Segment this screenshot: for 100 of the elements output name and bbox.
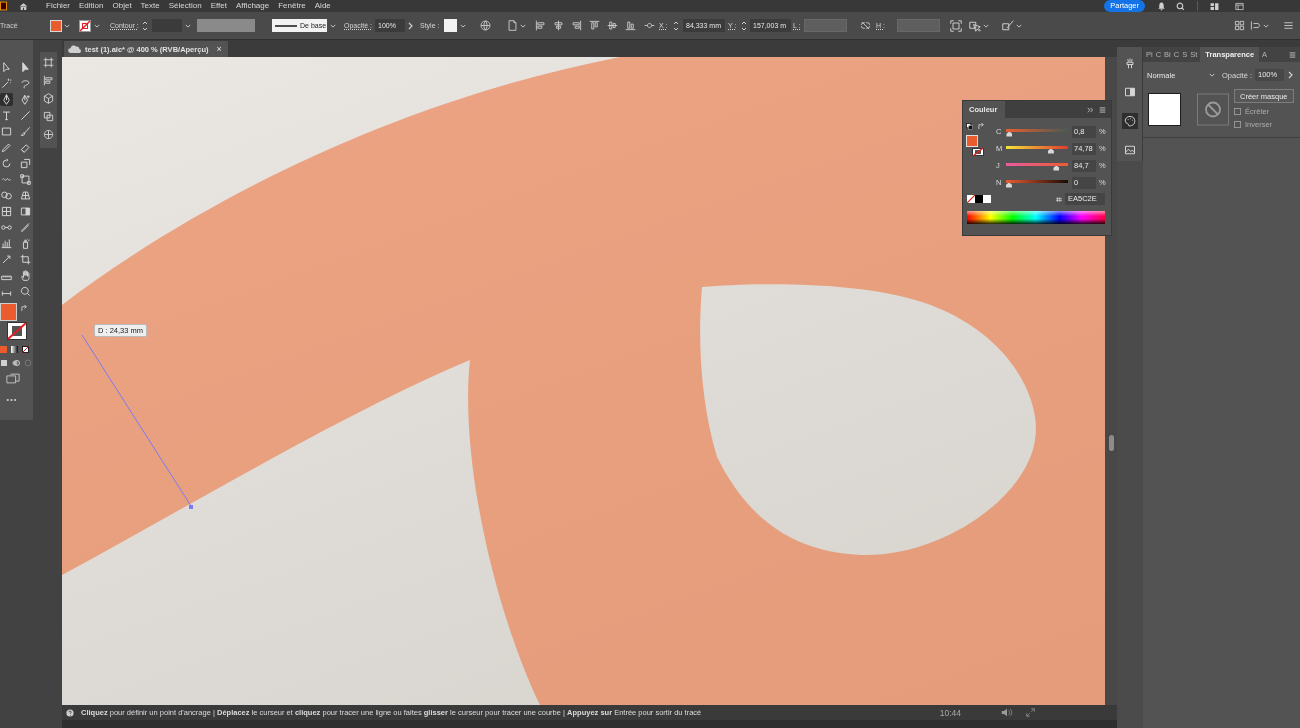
text-align-icon[interactable] [1250,20,1261,31]
color-slider[interactable] [1006,178,1068,188]
transform-frame-icon[interactable] [950,19,962,32]
align-icon[interactable] [553,20,564,31]
link-icon[interactable] [860,20,871,31]
pen-icon[interactable] [0,92,13,106]
align-icon[interactable] [625,20,636,31]
caret-icon[interactable] [185,22,191,29]
gradient-mode-swatch[interactable] [11,346,18,353]
no-stroke-swatch[interactable] [7,322,27,340]
align-icon[interactable] [535,20,546,31]
free-transform-icon[interactable] [19,172,32,186]
overlapping-squares-icon[interactable] [43,111,54,122]
bell-icon[interactable] [1157,1,1166,11]
more-icon[interactable] [6,398,17,402]
color-slider[interactable] [1006,161,1068,171]
crop-icon[interactable] [19,252,32,266]
gradient-icon[interactable] [19,204,32,218]
swap-arrow-icon[interactable] [978,123,985,130]
type-icon[interactable] [0,108,13,122]
slider-thumb[interactable] [1047,148,1054,154]
caret-icon[interactable] [460,22,466,29]
perspective-grid-icon[interactable] [19,188,32,202]
caret-icon[interactable] [983,22,989,29]
scrollbar-thumb[interactable] [1108,435,1114,451]
align-icon[interactable] [589,20,600,31]
bar-chart-icon[interactable] [0,236,13,250]
height-field[interactable] [897,19,940,32]
no-stroke-swatch[interactable] [79,19,91,32]
menu-item[interactable]: Fenêtre [278,0,306,12]
menu-item[interactable]: Texte [140,0,160,12]
zoom-icon[interactable] [19,284,32,298]
wand-icon[interactable] [0,76,13,90]
color-spectrum[interactable] [967,211,1105,224]
eyedropper-icon[interactable] [19,220,32,234]
menu-icon[interactable] [1099,106,1106,113]
color-swatch[interactable] [975,195,983,203]
mesh-icon[interactable] [0,204,13,218]
draw-normal-icon[interactable] [0,359,8,367]
color-swatch[interactable] [983,195,991,203]
caret-icon[interactable] [1263,22,1269,29]
screen-mode-icon[interactable] [6,373,20,384]
spinner-icon[interactable] [673,19,679,32]
window-icon[interactable] [1235,1,1244,11]
menu-item[interactable]: Objet [112,0,132,12]
web-safe-icon[interactable] [1056,195,1062,203]
no-mask-icon[interactable] [1197,93,1229,126]
home-icon[interactable] [19,1,28,11]
double-chevron-icon[interactable] [1087,106,1094,113]
layout-grid-icon[interactable] [1210,1,1219,11]
caret-icon[interactable] [330,22,336,29]
fill-swatch[interactable] [966,135,978,147]
width-field[interactable] [804,19,847,32]
spinner-icon[interactable] [142,19,148,32]
brush-icon[interactable] [19,124,32,138]
slider-thumb[interactable] [1053,165,1060,171]
artboard-frame-icon[interactable] [43,57,54,68]
cube-icon[interactable] [43,93,54,104]
menu-item[interactable]: Effet [210,0,227,12]
draw-behind-icon[interactable] [12,359,20,367]
no-stroke-swatch[interactable] [972,148,984,156]
caret-icon[interactable] [64,22,70,29]
slice-icon[interactable] [0,252,13,266]
align-icon[interactable] [571,20,582,31]
variable-width-field[interactable] [197,19,255,32]
swap-arrow-icon[interactable] [21,305,28,312]
hand-icon[interactable] [19,268,32,282]
slider-thumb[interactable] [1006,131,1013,137]
help-icon[interactable] [66,708,74,717]
pen-plus-icon[interactable] [19,92,32,106]
select-similar-icon[interactable] [969,19,981,32]
menu-item[interactable]: Fichier [46,0,70,12]
volume-icon[interactable] [1001,708,1013,717]
rectangle-icon[interactable] [0,124,13,138]
document-icon[interactable] [507,20,518,31]
overlapping-circles-icon[interactable] [0,188,13,202]
palette-icon[interactable] [1121,113,1138,129]
color-slider[interactable] [1006,127,1068,137]
menu-icon[interactable] [1283,20,1294,31]
none-mode-swatch[interactable] [22,346,29,353]
color-mode-swatch[interactable] [0,346,7,353]
color-slider[interactable] [1006,144,1068,154]
spinner-icon[interactable] [741,19,747,32]
slider-thumb[interactable] [1006,182,1012,188]
caret-icon[interactable] [94,22,100,29]
search-icon[interactable] [1176,1,1185,11]
caret-icon[interactable] [520,22,526,29]
scale-icon[interactable] [19,156,32,170]
menu-item[interactable]: Aide [314,0,331,12]
chevron-right-icon[interactable] [408,21,413,30]
chevron-right-icon[interactable] [1288,71,1293,79]
reference-point-icon[interactable] [644,20,655,31]
close-tab-button[interactable]: × [216,44,222,54]
fullscreen-icon[interactable] [1026,708,1035,717]
align-icon[interactable] [607,20,618,31]
style-swatch[interactable] [444,19,457,32]
fill-swatch[interactable] [0,303,17,321]
menu-item[interactable]: Affichage [235,0,270,12]
globe-icon[interactable] [480,20,491,31]
menu-item[interactable]: Edition [79,0,104,12]
